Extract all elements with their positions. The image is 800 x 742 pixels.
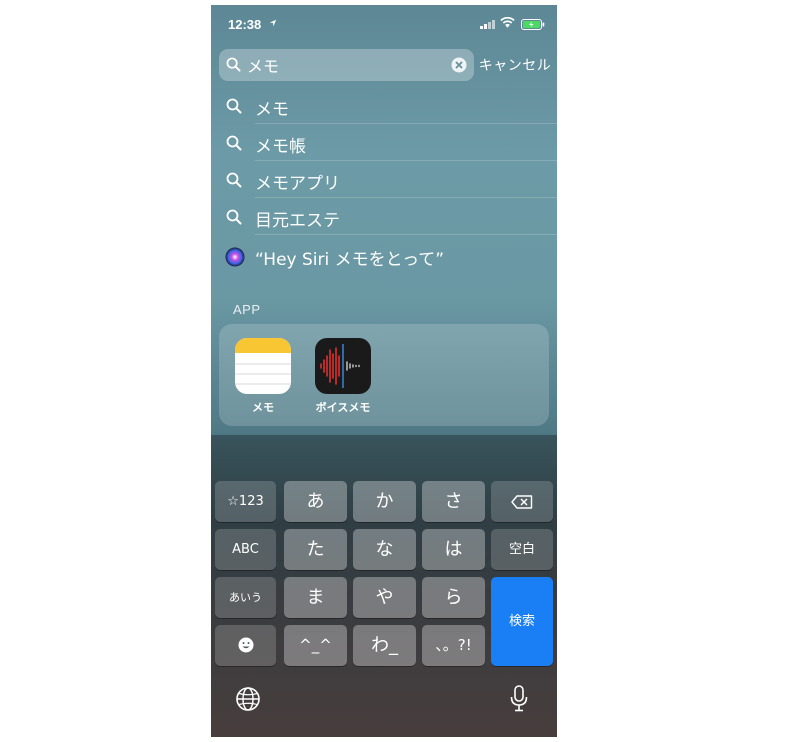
siri-suggestion-label: “Hey Siri メモをとって” <box>255 250 445 270</box>
search-key[interactable]: 検索 <box>491 577 553 666</box>
clear-text-icon[interactable] <box>451 57 467 73</box>
cellular-signal-icon <box>480 20 495 29</box>
notes-app-icon <box>235 338 291 394</box>
suggestion-label: メモ帳 <box>255 137 306 157</box>
search-field[interactable] <box>219 49 474 81</box>
emoji-icon <box>238 637 253 653</box>
suggestion-label: メモ <box>255 100 289 120</box>
key-na[interactable]: な <box>353 529 416 570</box>
search-suggestions: メモ メモ帳 メモアプリ 目元エステ <box>211 87 557 235</box>
backspace-icon <box>511 495 533 509</box>
globe-icon[interactable] <box>235 686 261 712</box>
key-space[interactable]: 空白 <box>491 529 553 570</box>
japanese-kana-keyboard: ☆123 あ か さ ABC た な は 空白 あいう ま や ら 検索 ^_^… <box>211 435 557 737</box>
app-tile-voice-memos[interactable]: ボイスメモ <box>308 338 378 415</box>
siri-icon <box>225 247 245 267</box>
status-time: 12:38 <box>228 17 262 32</box>
app-name: ボイスメモ <box>315 401 371 414</box>
divider <box>255 234 557 235</box>
microphone-icon[interactable] <box>509 685 529 713</box>
search-icon <box>226 172 242 188</box>
section-header-app: APP <box>233 302 261 317</box>
key-punctuation[interactable]: 、。?! <box>422 625 485 666</box>
suggestion-item[interactable]: 目元エステ <box>211 198 557 235</box>
suggestion-label: メモアプリ <box>255 174 340 194</box>
cancel-button[interactable]: キャンセル <box>475 55 555 75</box>
location-arrow-icon <box>269 19 277 27</box>
suggestion-item[interactable]: メモ帳 <box>211 124 557 161</box>
key-wa[interactable]: わ_ <box>353 625 416 666</box>
search-icon <box>226 98 242 114</box>
suggestion-item[interactable]: メモ <box>211 87 557 124</box>
search-icon <box>226 209 242 225</box>
suggestion-label: 目元エステ <box>255 211 340 231</box>
app-name: メモ <box>252 401 274 414</box>
key-a[interactable]: あ <box>284 481 347 522</box>
key-sa[interactable]: さ <box>422 481 485 522</box>
search-icon <box>226 57 241 72</box>
voice-memos-app-icon <box>315 338 371 394</box>
siri-suggestion[interactable]: “Hey Siri メモをとって” <box>211 239 557 275</box>
battery-charging-icon <box>521 19 545 30</box>
key-emoji[interactable] <box>215 625 276 666</box>
app-tile-notes[interactable]: メモ <box>228 338 298 415</box>
key-abc[interactable]: ABC <box>215 529 276 570</box>
key-ra[interactable]: ら <box>422 577 485 618</box>
phone-screen: 12:38 メモ キャンセル メモ メモ帳 メモアプリ 目元エステ “Hey S… <box>211 5 557 737</box>
key-ta[interactable]: た <box>284 529 347 570</box>
key-kaomoji[interactable]: ^_^ <box>284 625 347 666</box>
wifi-icon <box>500 17 515 28</box>
status-bar: 12:38 <box>211 5 557 45</box>
key-ha[interactable]: は <box>422 529 485 570</box>
key-ma[interactable]: ま <box>284 577 347 618</box>
key-ya[interactable]: や <box>353 577 416 618</box>
app-results-card: メモ ボイスメモ <box>219 324 549 426</box>
key-ka[interactable]: か <box>353 481 416 522</box>
key-delete[interactable] <box>491 481 553 522</box>
search-input[interactable] <box>247 52 437 78</box>
key-hiragana-mode[interactable]: あいう <box>215 577 276 618</box>
suggestion-item[interactable]: メモアプリ <box>211 161 557 198</box>
key-symbols[interactable]: ☆123 <box>215 481 276 522</box>
search-icon <box>226 135 242 151</box>
